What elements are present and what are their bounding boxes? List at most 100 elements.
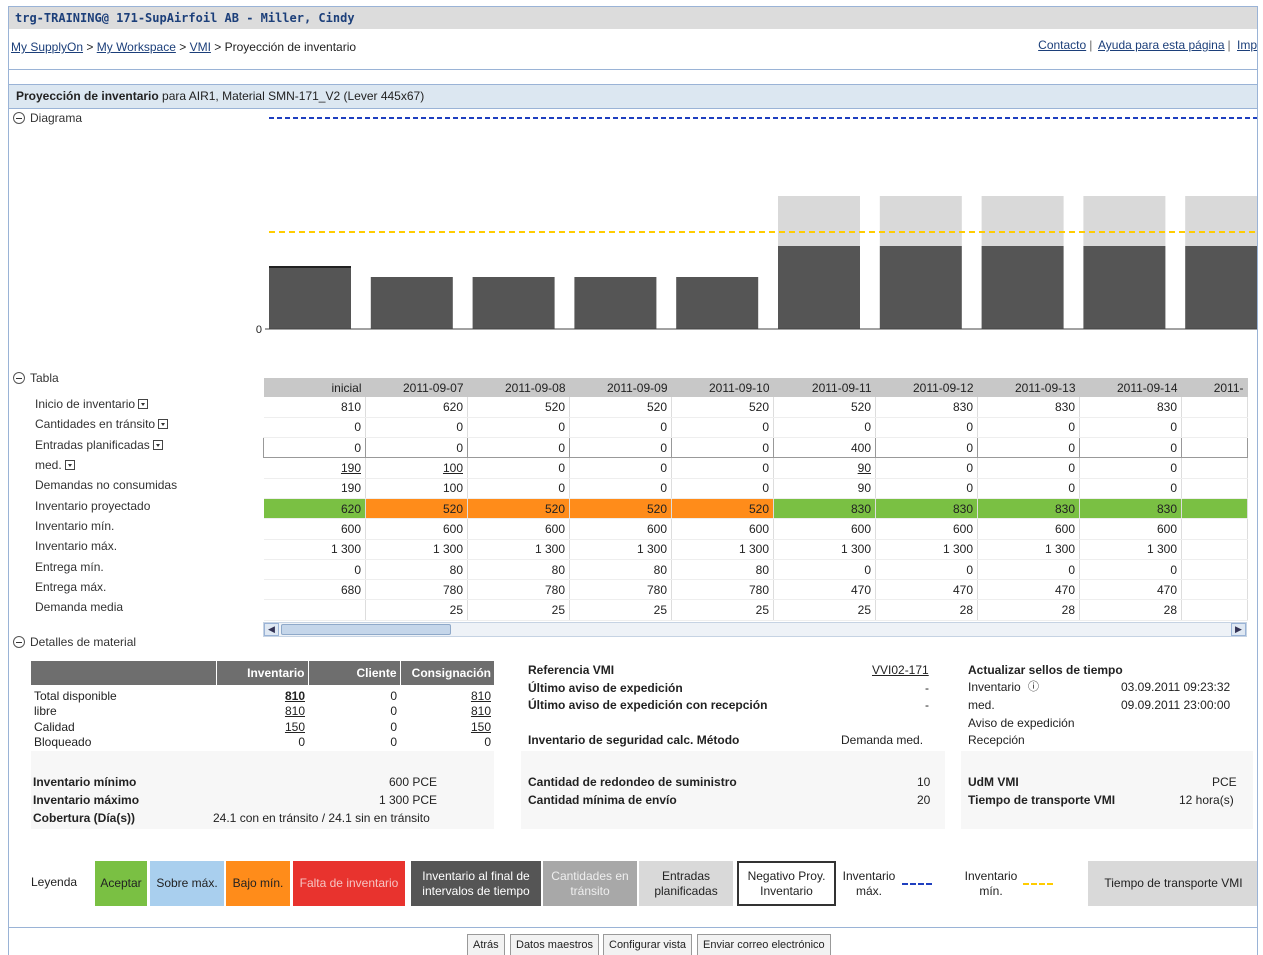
inventory-bar xyxy=(981,246,1064,329)
table-cell: 520 xyxy=(671,397,774,418)
table-cell: 400 xyxy=(773,437,876,459)
table-row: libre 810 0 810 xyxy=(34,704,491,719)
table-cell: 80 xyxy=(671,559,774,581)
table-cell: 830 xyxy=(773,498,876,520)
receipt-bar xyxy=(1185,196,1257,246)
back-button[interactable]: Atrás xyxy=(467,934,505,955)
column-header: 2011-09-14 xyxy=(1079,378,1182,397)
table-cell: 600 xyxy=(773,518,876,540)
details-toggle[interactable]: Detalles de material xyxy=(13,635,136,649)
breadcrumb-current: Proyección de inventario xyxy=(224,40,357,54)
legend-over-max: Sobre máx. xyxy=(150,861,224,906)
table-cell: 0 xyxy=(569,437,672,459)
dropdown-icon[interactable] xyxy=(64,460,75,471)
breadcrumb-my-workspace[interactable]: My Workspace xyxy=(97,40,176,54)
table-cell[interactable]: 190 xyxy=(263,457,366,479)
table-cell: 780 xyxy=(569,579,672,601)
table-cell: 600 xyxy=(977,518,1080,540)
table-cell: 830 xyxy=(1079,498,1182,520)
legend-under-min: Bajo mín. xyxy=(226,861,290,906)
column-header: 2011-09-08 xyxy=(467,378,570,397)
table-cell: 470 xyxy=(875,579,978,601)
table-cell: 810 xyxy=(263,397,366,418)
send-email-button[interactable]: Enviar correo electrónico xyxy=(697,934,831,955)
row-label: Entrega mín. xyxy=(35,559,104,574)
row-label[interactable]: med. xyxy=(35,455,177,475)
table-cell: 0 xyxy=(365,417,468,439)
table-cell: 830 xyxy=(1079,397,1182,418)
table-cell: 28 xyxy=(875,599,978,621)
table-cell: 1 300 xyxy=(977,539,1080,560)
configure-view-button[interactable]: Configurar vista xyxy=(603,934,693,955)
dropdown-icon[interactable] xyxy=(152,439,163,450)
row-label[interactable]: Entradas planificadas xyxy=(35,435,177,455)
inventory-bar xyxy=(879,246,962,329)
table-row: 600 600 600 600 600 600 600 600 600 xyxy=(263,518,1248,540)
table-cell: 100 xyxy=(365,478,468,499)
row-label: Inventario proyectado xyxy=(35,498,151,513)
supply-panel xyxy=(521,751,945,829)
table-cell: 25 xyxy=(773,599,876,621)
table-cell: 620 xyxy=(263,498,366,520)
table-cell: 0 xyxy=(773,559,876,581)
table-row: 810 620 520 520 520 520 830 830 830 xyxy=(263,397,1248,418)
scroll-left-icon[interactable]: ◀ xyxy=(264,623,279,636)
legend-planned: Entradas planificadas xyxy=(639,861,733,906)
table-cell xyxy=(1181,397,1248,418)
vmi-reference-link[interactable]: VVI02-171 xyxy=(872,663,929,677)
legend-inv-min: Inventario mín. xyxy=(964,868,1018,898)
table-cell: 520 xyxy=(365,498,468,520)
dropdown-icon[interactable] xyxy=(138,399,149,410)
table-cell: 80 xyxy=(365,559,468,581)
table-toggle[interactable]: Tabla xyxy=(13,371,59,385)
row-label[interactable]: Cantidades en tránsito xyxy=(35,414,177,434)
table-cell: 1 300 xyxy=(467,539,570,560)
row-label: Entrega máx. xyxy=(35,579,107,594)
table-cell[interactable]: 90 xyxy=(773,457,876,479)
inventory-bar xyxy=(472,277,555,329)
contact-link[interactable]: Contacto xyxy=(1038,38,1086,52)
print-link[interactable]: Impr xyxy=(1237,38,1257,52)
table-cell xyxy=(1181,599,1248,621)
column-header: 2011-09-10 xyxy=(671,378,774,397)
table-cell: 0 xyxy=(467,437,570,459)
table-cell: 0 xyxy=(671,457,774,479)
scroll-thumb[interactable] xyxy=(281,624,451,635)
table-cell: 0 xyxy=(263,437,366,459)
table-cell[interactable]: 100 xyxy=(365,457,468,479)
table-cell xyxy=(1181,417,1248,439)
breadcrumb: My SupplyOn > My Workspace > VMI > Proye… xyxy=(11,40,357,54)
table-cell: 830 xyxy=(977,498,1080,520)
legend-title: Leyenda xyxy=(31,875,78,889)
row-label: Demanda media xyxy=(35,600,124,615)
table-cell: 0 xyxy=(977,478,1080,499)
min-line-swatch xyxy=(1023,883,1053,885)
table-cell: 1 300 xyxy=(263,539,366,560)
table-cell xyxy=(1181,559,1248,581)
breadcrumb-vmi[interactable]: VMI xyxy=(190,40,211,54)
table-cell: 780 xyxy=(671,579,774,601)
table-row: 000000000 xyxy=(263,417,1248,439)
projection-table: inicial 2011-09-07 2011-09-08 2011-09-09 201… xyxy=(263,378,1248,621)
table-cell: 0 xyxy=(569,457,672,479)
table-cell: 1 300 xyxy=(773,539,876,560)
table-cell: 28 xyxy=(1079,599,1182,621)
table-cell: 80 xyxy=(569,559,672,581)
breadcrumb-my-supplyon[interactable]: My SupplyOn xyxy=(11,40,83,54)
row-label[interactable]: Inicio de inventario xyxy=(35,394,177,414)
scroll-right-icon[interactable]: ▶ xyxy=(1231,623,1246,636)
dropdown-icon[interactable] xyxy=(158,419,169,430)
master-data-button[interactable]: Datos maestros xyxy=(510,934,600,955)
uom-panel xyxy=(961,751,1253,829)
header-divider xyxy=(9,69,1257,70)
table-scrollbar[interactable]: ◀ ▶ xyxy=(263,622,1247,637)
diagram-toggle[interactable]: Diagrama xyxy=(13,111,82,125)
table-cell: 0 xyxy=(569,478,672,499)
help-link[interactable]: Ayuda para esta página xyxy=(1098,38,1225,52)
page-title: Proyección de inventario para AIR1, Mate… xyxy=(9,84,1257,109)
info-icon[interactable]: ⓘ xyxy=(1028,678,1039,694)
legend-inv-max: Inventario máx. xyxy=(842,868,896,898)
table-cell: 600 xyxy=(569,518,672,540)
table-cell: 600 xyxy=(467,518,570,540)
table-cell: 0 xyxy=(875,559,978,581)
